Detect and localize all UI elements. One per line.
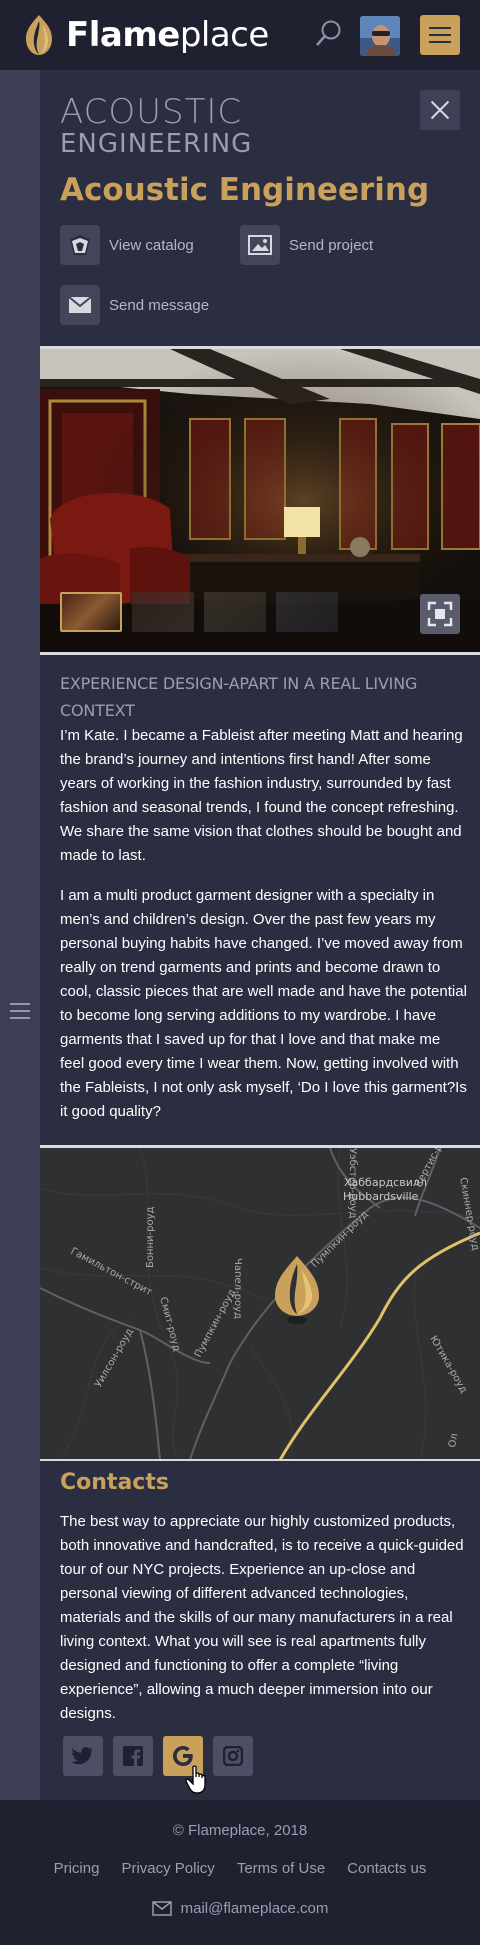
footer-link-terms[interactable]: Terms of Use bbox=[237, 1860, 325, 1877]
contacts-heading: Contacts bbox=[60, 1470, 169, 1495]
send-message-button[interactable]: Send message bbox=[60, 285, 209, 325]
footer-links: Pricing Privacy Policy Terms of Use Cont… bbox=[0, 1860, 480, 1877]
gallery-thumbnail[interactable] bbox=[204, 592, 266, 632]
logo[interactable]: Flameplace bbox=[22, 13, 269, 57]
instagram-icon bbox=[223, 1746, 243, 1766]
hamburger-line bbox=[429, 41, 451, 43]
twitter-icon bbox=[72, 1747, 93, 1765]
send-message-label: Send message bbox=[109, 296, 210, 314]
fullscreen-button[interactable] bbox=[420, 594, 460, 634]
close-button[interactable] bbox=[420, 90, 460, 130]
rail-menu-handle-icon[interactable] bbox=[10, 1003, 30, 1019]
footer-email: mail@flameplace.com bbox=[180, 1900, 329, 1917]
kicker-line-2: ENGINEERING bbox=[60, 129, 253, 159]
image-icon bbox=[240, 225, 280, 265]
footer-link-pricing[interactable]: Pricing bbox=[54, 1860, 100, 1877]
twitter-button[interactable] bbox=[63, 1736, 103, 1776]
copyright: © Flameplace, 2018 bbox=[172, 1822, 308, 1839]
handle-line bbox=[10, 1010, 30, 1012]
send-project-label: Send project bbox=[289, 236, 374, 254]
logo-text-bold: Flame bbox=[66, 15, 180, 55]
side-rail bbox=[0, 70, 40, 1800]
handle-line bbox=[10, 1003, 30, 1005]
map-canvas: Хаббардсвилл Hubbardsville Гамильтон-стр… bbox=[40, 1148, 480, 1460]
contacts-text: The best way to appreciate our highly cu… bbox=[60, 1513, 464, 1722]
search-icon[interactable] bbox=[312, 18, 344, 50]
footer-email-link[interactable]: mail@flameplace.com bbox=[0, 1900, 480, 1917]
location-map[interactable]: Хаббардсвилл Hubbardsville Гамильтон-стр… bbox=[40, 1148, 480, 1460]
google-icon bbox=[173, 1746, 193, 1766]
expand-icon bbox=[427, 601, 453, 627]
avatar[interactable] bbox=[360, 16, 400, 56]
avatar-photo bbox=[360, 16, 400, 56]
handle-line bbox=[10, 1017, 30, 1019]
section-kicker: ACOUSTIC ENGINEERING bbox=[60, 95, 252, 157]
social-links bbox=[63, 1736, 253, 1776]
experience-paragraph-1: I’m Kate. I became a Fableist after meet… bbox=[60, 727, 463, 864]
envelope-icon bbox=[60, 285, 100, 325]
map-label-webster: Уэбстер-роуд bbox=[347, 1148, 358, 1219]
hamburger-line bbox=[429, 34, 451, 36]
facebook-button[interactable] bbox=[113, 1736, 153, 1776]
send-project-button[interactable]: Send project bbox=[240, 225, 373, 265]
page-title: Acoustic Engineering bbox=[60, 172, 430, 208]
divider bbox=[40, 1459, 480, 1461]
divider bbox=[40, 652, 480, 655]
footer-link-contacts[interactable]: Contacts us bbox=[347, 1860, 426, 1877]
project-gallery-image[interactable] bbox=[40, 349, 480, 652]
detail-panel: ACOUSTIC ENGINEERING Acoustic Engineerin… bbox=[40, 70, 480, 1800]
gallery-thumbnail[interactable] bbox=[60, 592, 122, 632]
logo-text: Flameplace bbox=[66, 15, 269, 55]
gallery-thumbnail[interactable] bbox=[276, 592, 338, 632]
logo-text-light: place bbox=[179, 15, 269, 55]
hamburger-line bbox=[429, 27, 451, 29]
gallery-thumbnail[interactable] bbox=[132, 592, 194, 632]
experience-paragraph-2: I am a multi product garment designer wi… bbox=[60, 887, 467, 1120]
view-catalog-label: View catalog bbox=[109, 236, 194, 254]
experience-heading: EXPERIENCE DESIGN-APART IN A REAL LIVING… bbox=[60, 674, 418, 720]
footer: © Flameplace, 2018 Pricing Privacy Polic… bbox=[0, 1800, 480, 1945]
map-label-chapel: Чапел-роуд bbox=[232, 1258, 243, 1319]
hamburger-menu-button[interactable] bbox=[420, 15, 460, 55]
kicker-line-1: ACOUSTIC bbox=[60, 92, 243, 132]
envelope-icon bbox=[151, 1901, 172, 1916]
view-catalog-button[interactable]: View catalog bbox=[60, 225, 194, 265]
gallery-thumbnails bbox=[60, 592, 338, 632]
catalog-icon bbox=[60, 225, 100, 265]
footer-link-privacy[interactable]: Privacy Policy bbox=[121, 1860, 214, 1877]
hand-cursor-icon bbox=[185, 1765, 206, 1794]
facebook-icon bbox=[123, 1746, 143, 1766]
instagram-button[interactable] bbox=[213, 1736, 253, 1776]
flame-logo-icon bbox=[26, 15, 52, 55]
header: Flameplace bbox=[0, 0, 480, 70]
map-label-bonnie: Бонни-роуд bbox=[145, 1206, 156, 1268]
